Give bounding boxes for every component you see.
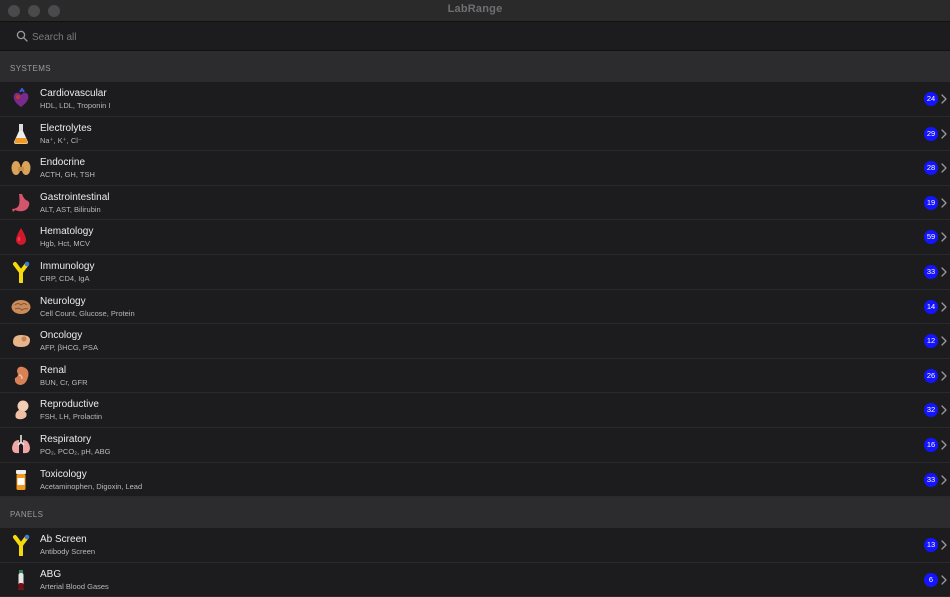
item-title: Renal xyxy=(40,364,67,376)
chevron-right-icon xyxy=(941,94,947,104)
count-badge: 26 xyxy=(924,368,938,383)
chevron-right-icon xyxy=(941,540,947,550)
count-badge: 59 xyxy=(924,230,938,245)
stomach-icon xyxy=(10,191,32,215)
chevron-right-icon xyxy=(941,232,947,243)
search-bar xyxy=(0,22,950,51)
item-subtitle: PO₂, PCO₂, pH, ABG xyxy=(40,446,111,456)
pill-bottle-icon xyxy=(10,468,32,492)
item-subtitle: AFP, βHCG, PSA xyxy=(40,343,98,353)
heart-icon xyxy=(10,87,32,111)
list-item-respiratory[interactable]: Respiratory PO₂, PCO₂, pH, ABG 16 xyxy=(0,427,950,463)
item-title: ABG xyxy=(40,568,62,580)
fetus-icon xyxy=(10,398,32,422)
item-title: Endocrine xyxy=(40,157,86,169)
chevron-right-icon xyxy=(941,198,947,208)
lab-list: SYSTEMS Cardiovascular HDL, LDL, Troponin … xyxy=(0,51,950,597)
antibody-icon xyxy=(10,533,32,557)
count-badge: 19 xyxy=(924,195,938,210)
count-badge: 6 xyxy=(924,572,938,587)
item-title: Respiratory xyxy=(40,433,92,445)
count-badge: 16 xyxy=(924,437,938,452)
item-title: Hematology xyxy=(40,226,94,238)
search-icon xyxy=(16,30,28,42)
chevron-right-icon xyxy=(941,405,947,415)
tumor-icon xyxy=(10,329,32,353)
chevron-right-icon xyxy=(941,163,947,173)
item-title: Neurology xyxy=(40,295,86,307)
chevron-right-icon xyxy=(941,474,947,485)
list-item-toxicology[interactable]: Toxicology Acetaminophen, Digoxin, Lead 33 xyxy=(0,462,950,498)
list-item-cardiovascular[interactable]: Cardiovascular HDL, LDL, Troponin I 24 xyxy=(0,82,950,117)
item-title: Oncology xyxy=(40,330,83,342)
item-title: Cardiovascular xyxy=(40,88,107,99)
section-header-label: SYSTEMS xyxy=(10,64,52,73)
list-item-abg[interactable]: ABG Arterial Blood Gases 6 xyxy=(0,562,950,597)
count-badge: 29 xyxy=(924,126,938,141)
list-item-oncology[interactable]: Oncology AFP, βHCG, PSA 12 xyxy=(0,324,950,359)
item-subtitle: Arterial Blood Gases xyxy=(40,581,109,591)
list-item-gastrointestinal[interactable]: Gastrointestinal ALT, AST, Bilirubin 19 xyxy=(0,185,950,221)
item-subtitle: Acetaminophen, Digoxin, Lead xyxy=(40,481,143,491)
item-subtitle: Hgb, Hct, MCV xyxy=(40,239,91,249)
count-badge: 14 xyxy=(924,299,938,314)
blood-drop-icon xyxy=(10,225,32,249)
chevron-right-icon xyxy=(941,336,947,346)
count-badge: 32 xyxy=(924,403,938,418)
flask-icon xyxy=(10,122,32,146)
item-subtitle: HDL, LDL, Troponin I xyxy=(40,101,111,110)
item-title: Ab Screen xyxy=(40,534,87,546)
list-item-neurology[interactable]: Neurology Cell Count, Glucose, Protein 14 xyxy=(0,289,950,325)
item-subtitle: ACTH, GH, TSH xyxy=(40,170,95,180)
list-item-reproductive[interactable]: Reproductive FSH, LH, Prolactin 32 xyxy=(0,393,950,428)
count-badge: 12 xyxy=(924,334,938,349)
item-subtitle: Antibody Screen xyxy=(40,547,96,557)
chevron-right-icon xyxy=(941,301,947,312)
section-header-systems: SYSTEMS xyxy=(0,51,950,82)
search-input[interactable] xyxy=(30,28,914,46)
item-title: Gastrointestinal xyxy=(40,191,110,203)
item-subtitle: CRP, CD4, IgA xyxy=(40,273,90,283)
thyroid-icon xyxy=(10,156,32,180)
section-header-label: PANELS xyxy=(10,510,44,520)
chevron-right-icon xyxy=(941,371,947,381)
item-title: Reproductive xyxy=(40,399,99,411)
list-item-renal[interactable]: Renal BUN, Cr, GFR 26 xyxy=(0,358,950,394)
list-item-ab-screen[interactable]: Ab Screen Antibody Screen 13 xyxy=(0,528,950,563)
count-badge: 33 xyxy=(924,472,938,487)
item-subtitle: BUN, Cr, GFR xyxy=(40,377,88,387)
window-title: LabRange xyxy=(447,3,503,15)
chevron-right-icon xyxy=(941,575,947,585)
app-window: LabRange SYSTEMS Cardiovascular HDL, LDL, … xyxy=(0,0,950,597)
section-header-panels: PANELS xyxy=(0,497,950,529)
list-item-endocrine[interactable]: Endocrine ACTH, GH, TSH 28 xyxy=(0,151,950,186)
chevron-right-icon xyxy=(941,128,947,139)
item-title: Electrolytes xyxy=(40,122,92,134)
item-subtitle: Cell Count, Glucose, Protein xyxy=(40,308,135,318)
item-subtitle: ALT, AST, Bilirubin xyxy=(40,204,101,214)
antibody-icon xyxy=(10,260,32,284)
list-item-immunology[interactable]: Immunology CRP, CD4, IgA 33 xyxy=(0,254,950,290)
blood-vial-icon xyxy=(10,568,32,592)
title-bar: LabRange xyxy=(0,0,950,22)
list-item-hematology[interactable]: Hematology Hgb, Hct, MCV 59 xyxy=(0,220,950,255)
count-badge: 33 xyxy=(924,264,938,279)
chevron-right-icon xyxy=(941,267,947,277)
chevron-right-icon xyxy=(941,440,947,450)
lungs-icon xyxy=(10,433,32,457)
list-item-electrolytes[interactable]: Electrolytes Na⁺, K⁺, Cl⁻ 29 xyxy=(0,116,950,152)
item-subtitle: FSH, LH, Prolactin xyxy=(40,412,103,422)
count-badge: 13 xyxy=(924,538,938,553)
count-badge: 28 xyxy=(924,161,938,176)
item-subtitle: Na⁺, K⁺, Cl⁻ xyxy=(40,135,82,145)
item-title: Immunology xyxy=(40,260,95,272)
count-badge: 24 xyxy=(924,92,938,106)
brain-icon xyxy=(10,295,32,319)
kidney-icon xyxy=(10,364,32,388)
item-title: Toxicology xyxy=(40,468,87,480)
